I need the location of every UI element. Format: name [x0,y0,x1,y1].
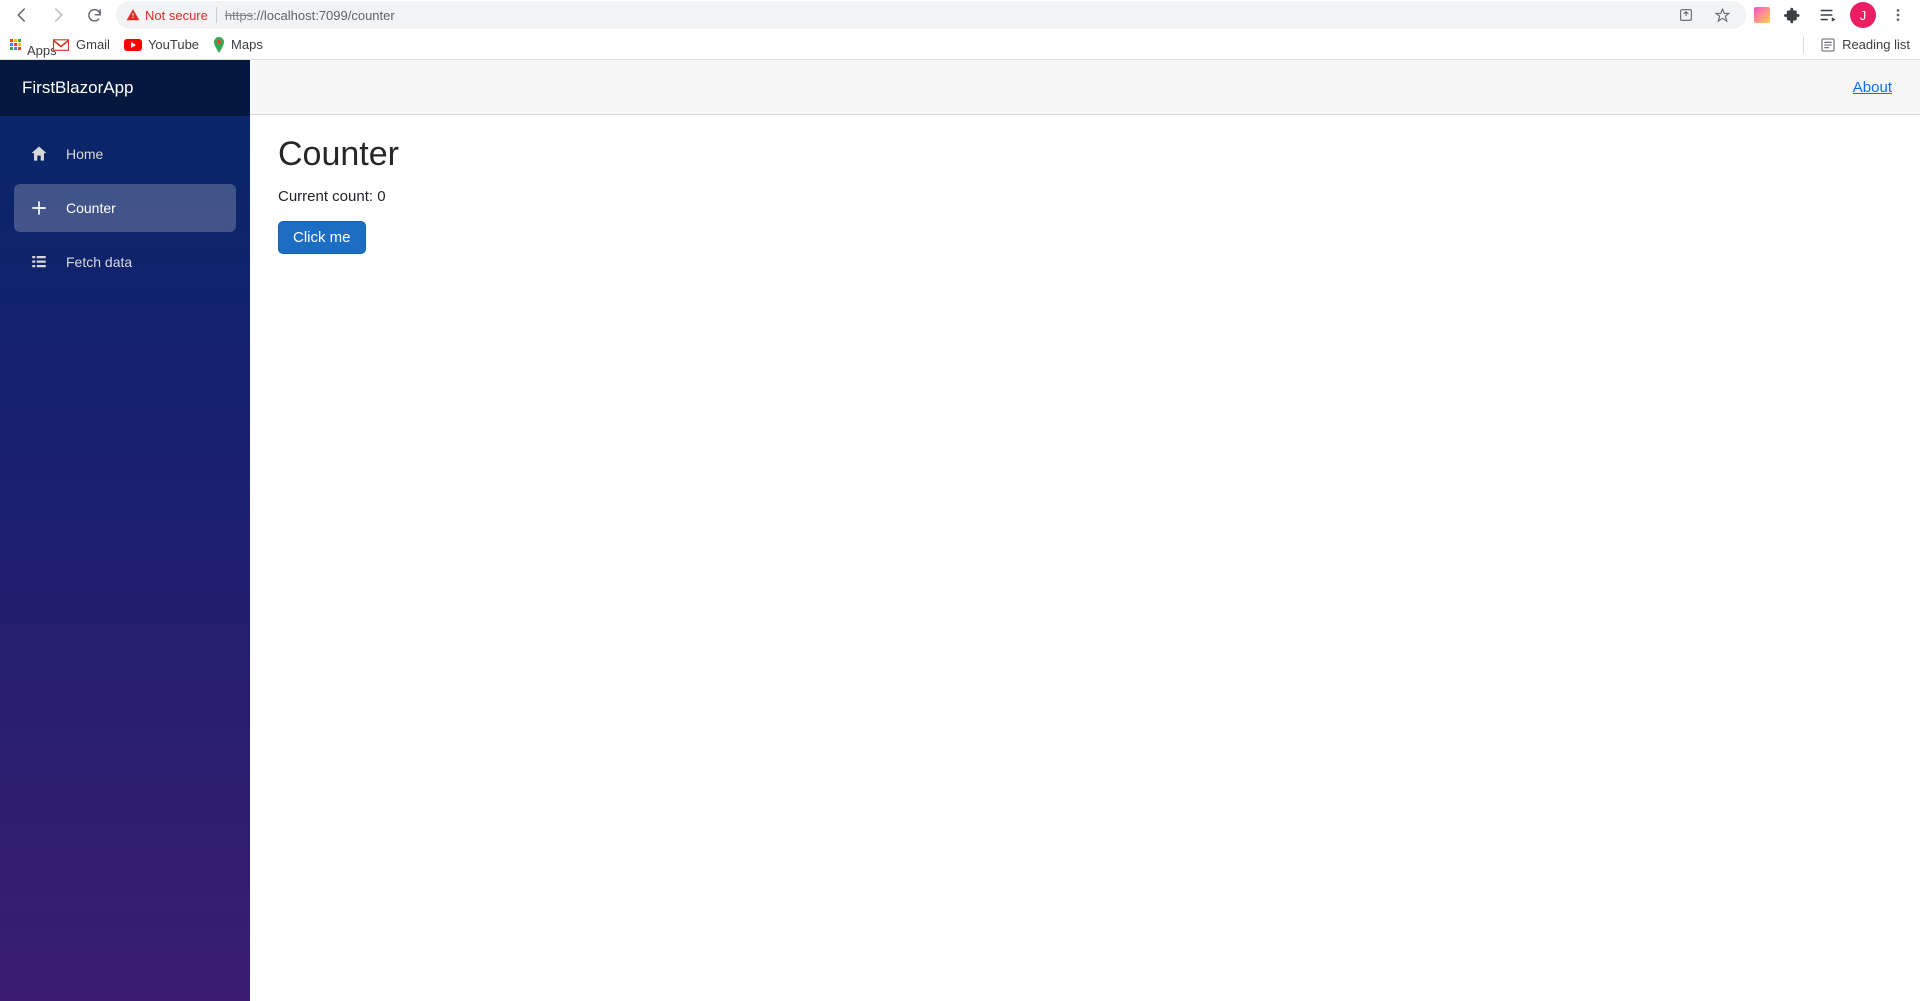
youtube-icon [124,39,142,51]
playlist-icon[interactable] [1814,1,1842,29]
about-link[interactable]: About [1853,79,1892,96]
reading-list-icon [1820,37,1836,53]
page-title: Counter [278,135,1892,174]
sidebar-item-label: Fetch data [66,254,132,270]
warning-icon [126,8,140,22]
url-rest: ://localhost:7099/counter [253,8,395,23]
url: https://localhost:7099/counter [225,8,395,23]
count-label: Current count: [278,188,377,205]
browser-toolbar: Not secure https://localhost:7099/counte… [0,0,1920,30]
reading-list-label: Reading list [1842,37,1910,52]
page: Counter Current count: 0 Click me [250,115,1920,274]
count-value: 0 [377,188,385,205]
back-button[interactable] [8,1,36,29]
brand-title[interactable]: FirstBlazorApp [0,60,250,116]
topbar: About [250,60,1920,115]
url-scheme: https [225,8,253,23]
sidebar-item-label: Counter [66,200,116,216]
avatar[interactable]: J [1850,2,1876,28]
bookbar-divider [1803,36,1804,54]
not-secure-text: Not secure [145,8,208,23]
sidebar-item-home[interactable]: Home [14,130,236,178]
sidebar-item-fetch-data[interactable]: Fetch data [14,238,236,286]
addr-divider [216,7,217,23]
forward-button[interactable] [44,1,72,29]
star-icon[interactable] [1708,1,1736,29]
sidebar: FirstBlazorApp Home Counter Fetch data [0,60,250,1001]
nav: Home Counter Fetch data [0,116,250,300]
bookmark-gmail[interactable]: Gmail [52,37,110,52]
bookmark-label: Gmail [76,37,110,52]
browser-chrome: Not secure https://localhost:7099/counte… [0,0,1920,60]
theme-swatch-icon[interactable] [1754,7,1770,23]
home-icon [28,144,50,164]
reload-button[interactable] [80,1,108,29]
not-secure-badge[interactable]: Not secure [126,8,208,23]
bookmark-label: Maps [231,37,263,52]
plus-icon [28,198,50,218]
maps-pin-icon [213,37,225,53]
address-bar[interactable]: Not secure https://localhost:7099/counte… [116,1,1746,29]
apps-grid-icon [10,39,21,50]
list-icon [28,253,50,271]
gmail-icon [52,38,70,52]
content: About Counter Current count: 0 Click me [250,60,1920,1001]
count-line: Current count: 0 [278,188,1892,205]
bookmark-label: YouTube [148,37,199,52]
bookmarks-bar: Apps Gmail YouTube Maps Reading list [0,30,1920,60]
bookmark-apps[interactable]: Apps [10,39,38,50]
bookmark-youtube[interactable]: YouTube [124,37,199,52]
bookmark-label: Apps [27,43,38,46]
kebab-menu-icon[interactable] [1884,1,1912,29]
sidebar-item-counter[interactable]: Counter [14,184,236,232]
share-icon[interactable] [1672,1,1700,29]
extensions-icon[interactable] [1778,1,1806,29]
sidebar-item-label: Home [66,146,103,162]
reading-list-button[interactable]: Reading list [1820,37,1910,53]
app-root: FirstBlazorApp Home Counter Fetch data [0,60,1920,1001]
bookmark-maps[interactable]: Maps [213,37,263,53]
click-me-button[interactable]: Click me [278,221,366,254]
